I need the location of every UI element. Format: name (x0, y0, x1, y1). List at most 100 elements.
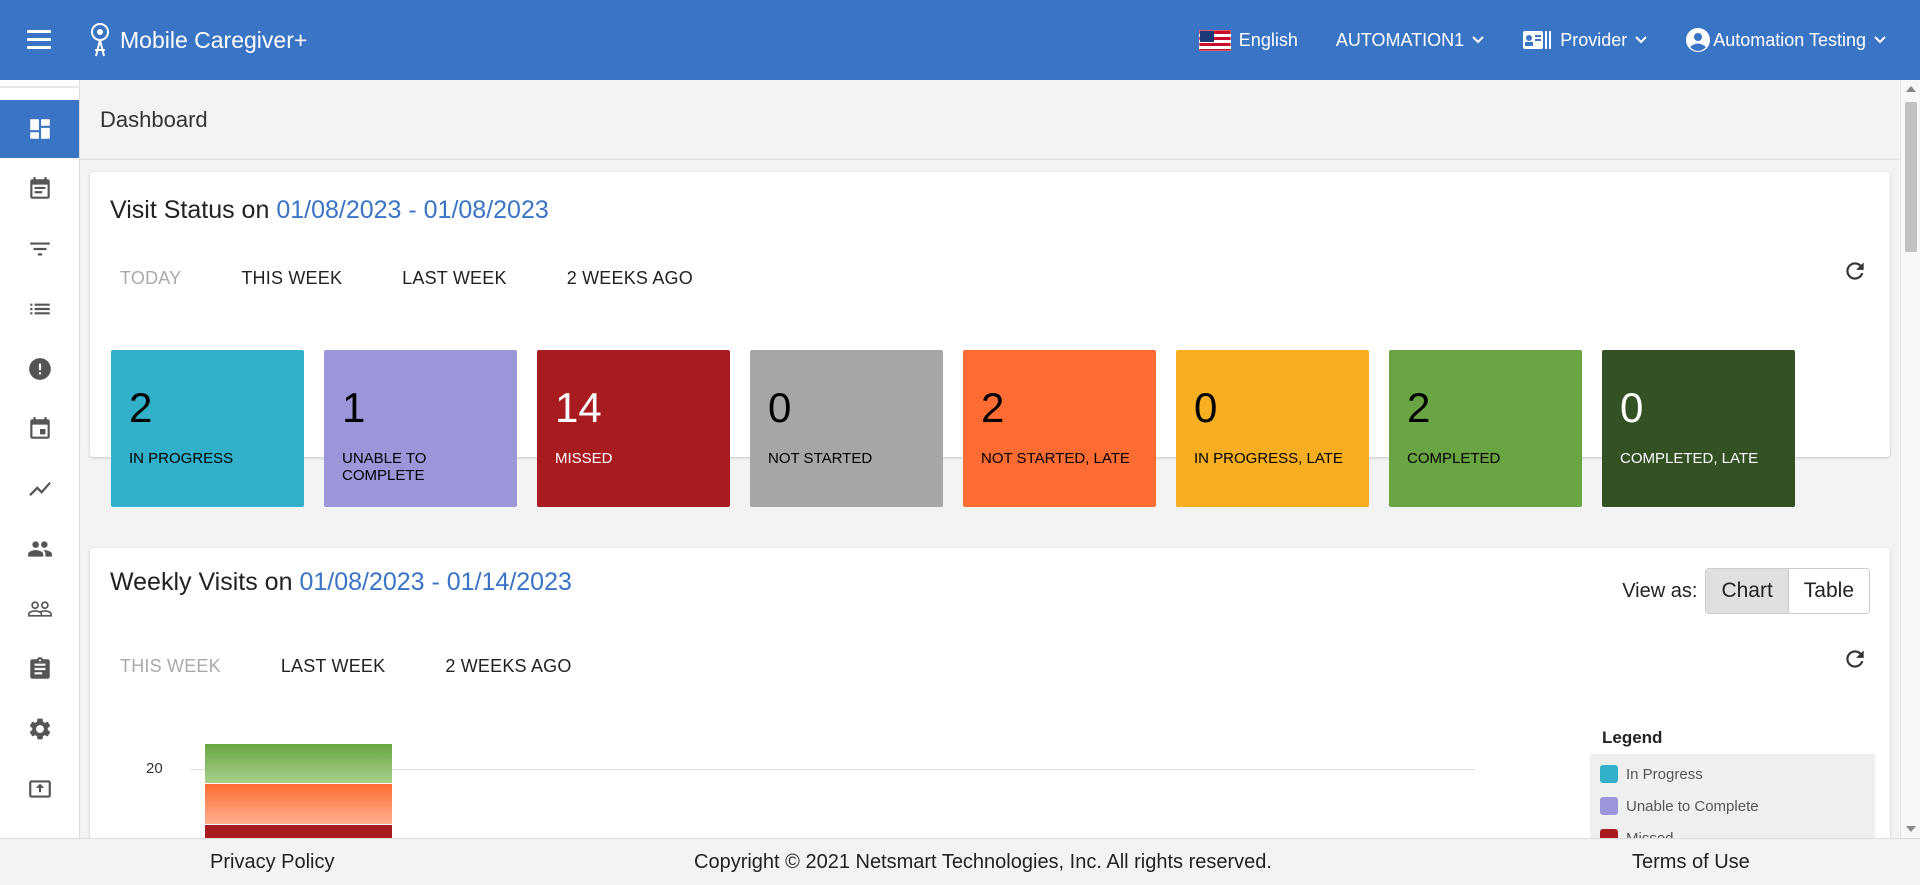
upload-icon (28, 780, 51, 798)
sidebar-item-assignments[interactable] (0, 640, 79, 698)
agency-label: AUTOMATION1 (1335, 29, 1465, 50)
tile-count: 0 (1194, 384, 1218, 431)
y-tick-label: 20 (146, 760, 163, 777)
people-icon (27, 541, 52, 557)
sidebar-item-schedule[interactable] (0, 160, 79, 218)
calendar-note-icon (29, 177, 50, 199)
tile-label: IN PROGRESS (129, 450, 234, 467)
weekly-visits-date-range[interactable]: 01/08/2023 - 01/14/2023 (299, 568, 571, 596)
chevron-down-icon (1635, 36, 1647, 44)
status-tiles: 2 IN PROGRESS 1 UNABLE TO COMPLETE 14 MI… (111, 350, 1815, 507)
language-selector[interactable]: English (1198, 29, 1298, 51)
view-chart-button[interactable]: Chart (1706, 569, 1788, 613)
brand[interactable]: Mobile Caregiver+ (88, 22, 307, 58)
refresh-icon[interactable] (1842, 258, 1868, 284)
alert-icon (28, 358, 51, 380)
visit-status-card: Visit Status on 01/08/2023 - 01/08/2023 … (90, 172, 1890, 507)
us-flag-icon (1198, 29, 1231, 51)
legend-title: Legend (1602, 728, 1663, 747)
provider-badge-icon (1523, 31, 1552, 49)
people-outline-icon (27, 601, 52, 617)
brand-name: Mobile Caregiver+ (120, 26, 308, 53)
weekly-visits-chart: 20 (90, 728, 1570, 848)
page-header: Dashboard (80, 80, 1900, 160)
menu-icon[interactable] (27, 30, 51, 50)
tile-label: UNABLE TO COMPLETE (342, 450, 427, 484)
status-tile-completed[interactable]: 2 COMPLETED (1389, 350, 1582, 507)
tab-last-week[interactable]: LAST WEEK (281, 656, 386, 677)
sidebar-item-dashboard[interactable] (0, 100, 79, 158)
page-title: Dashboard (100, 107, 208, 132)
language-label: English (1238, 29, 1298, 50)
calendar-icon (29, 417, 50, 439)
brand-logo-icon (91, 23, 109, 57)
tile-label: MISSED (555, 450, 613, 467)
weekly-visits-card: Weekly Visits on 01/08/2023 - 01/14/2023… (90, 548, 1890, 848)
sidebar-item-calendar[interactable] (0, 400, 79, 458)
scroll-thumb[interactable] (1905, 102, 1917, 252)
sidebar-item-upload[interactable] (0, 760, 79, 818)
role-label: Provider (1560, 29, 1628, 50)
tab-2-weeks-ago[interactable]: 2 WEEKS AGO (567, 268, 693, 289)
visit-status-tabs: TODAY THIS WEEK LAST WEEK 2 WEEKS AGO (110, 268, 753, 289)
visit-status-date-range[interactable]: 01/08/2023 - 01/08/2023 (276, 196, 548, 224)
status-tile-missed[interactable]: 14 MISSED (537, 350, 730, 507)
legend-item-unable-to-complete[interactable]: Unable to Complete (1600, 790, 1865, 822)
tile-label: COMPLETED (1407, 450, 1501, 467)
status-tile-completed-late[interactable]: 0 COMPLETED, LATE (1602, 350, 1795, 507)
sidebar-item-clients[interactable] (0, 520, 79, 578)
tile-count: 2 (1407, 384, 1431, 431)
legend-swatch (1600, 797, 1618, 815)
tab-2-weeks-ago[interactable]: 2 WEEKS AGO (445, 656, 571, 677)
top-app-bar: Mobile Caregiver+ English AUTOMATION1 Pr… (0, 0, 1920, 80)
tile-label: IN PROGRESS, LATE (1194, 450, 1343, 467)
status-tile-in-progress-late[interactable]: 0 IN PROGRESS, LATE (1176, 350, 1369, 507)
status-tile-not-started[interactable]: 0 NOT STARTED (750, 350, 943, 507)
user-name: Automation Testing (1713, 29, 1866, 50)
legend-item-in-progress[interactable]: In Progress (1600, 758, 1865, 790)
chart-legend: Legend In Progress Unable to Complete Mi… (1590, 728, 1875, 848)
sidebar-item-alerts[interactable] (0, 340, 79, 398)
tab-this-week[interactable]: THIS WEEK (241, 268, 342, 289)
main-content: Dashboard Visit Status on 01/08/2023 - 0… (80, 80, 1900, 848)
sidebar-item-settings[interactable] (0, 700, 79, 758)
tab-this-week[interactable]: THIS WEEK (120, 656, 221, 677)
gear-icon (29, 718, 50, 740)
scroll-down-arrow[interactable] (1906, 826, 1916, 832)
filter-icon (29, 242, 50, 256)
agency-dropdown[interactable]: AUTOMATION1 (1336, 30, 1484, 51)
copyright-text: Copyright © 2021 Netsmart Technologies, … (694, 851, 1272, 873)
status-tile-not-started-late[interactable]: 2 NOT STARTED, LATE (963, 350, 1156, 507)
tab-last-week[interactable]: LAST WEEK (402, 268, 507, 289)
user-menu[interactable]: Automation Testing (1685, 27, 1886, 53)
sidebar-item-reports[interactable] (0, 460, 79, 518)
role-dropdown[interactable]: Provider (1522, 30, 1647, 51)
tab-today[interactable]: TODAY (120, 268, 181, 289)
tile-label: NOT STARTED (768, 450, 873, 467)
clipboard-icon (29, 657, 50, 679)
legend-swatch (1600, 765, 1618, 783)
view-table-button[interactable]: Table (1787, 569, 1869, 613)
account-circle-icon (1686, 28, 1711, 52)
tile-count: 14 (555, 384, 602, 431)
sidebar-item-filter[interactable] (0, 220, 79, 278)
list-icon (29, 303, 50, 315)
bar-segment-not-started-late[interactable] (205, 784, 392, 824)
terms-of-use-link[interactable]: Terms of Use (1632, 851, 1750, 874)
view-as-label: View as: (1622, 579, 1698, 602)
sidebar-item-staff[interactable] (0, 580, 79, 638)
scroll-up-arrow[interactable] (1906, 86, 1916, 92)
chevron-down-icon (1472, 36, 1484, 44)
page-scrollbar[interactable] (1900, 80, 1920, 838)
sidebar-item-list[interactable] (0, 280, 79, 338)
status-tile-unable-to-complete[interactable]: 1 UNABLE TO COMPLETE (324, 350, 517, 507)
trend-icon (28, 481, 51, 497)
refresh-icon[interactable] (1842, 646, 1868, 672)
view-as-toggle: View as: Chart Table (1622, 568, 1870, 614)
bar-segment-completed[interactable] (205, 744, 392, 783)
tile-count: 0 (1620, 384, 1644, 431)
privacy-policy-link[interactable]: Privacy Policy (210, 851, 334, 874)
weekly-visits-tabs: THIS WEEK LAST WEEK 2 WEEKS AGO (110, 656, 632, 677)
tile-count: 2 (129, 384, 153, 431)
status-tile-in-progress[interactable]: 2 IN PROGRESS (111, 350, 304, 507)
